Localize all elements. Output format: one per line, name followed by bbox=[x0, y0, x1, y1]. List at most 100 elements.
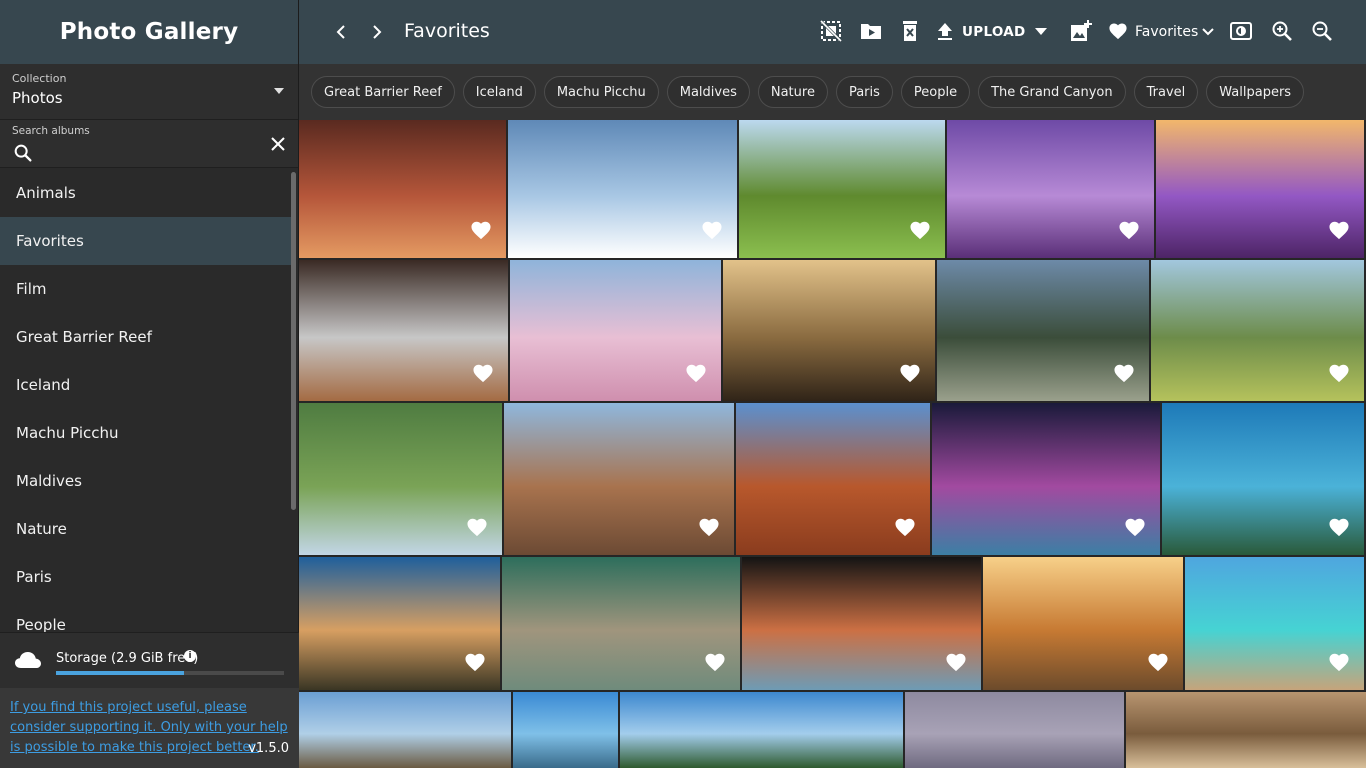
photo-thumbnail[interactable] bbox=[1162, 403, 1364, 555]
photo-thumbnail[interactable] bbox=[1185, 557, 1364, 690]
collection-label: Collection bbox=[12, 72, 67, 85]
photo-thumbnail[interactable] bbox=[299, 120, 506, 258]
photo-thumbnail[interactable] bbox=[1156, 120, 1364, 258]
deselect-icon[interactable] bbox=[820, 20, 842, 42]
photo-thumbnail[interactable] bbox=[932, 403, 1160, 555]
favorite-heart-icon[interactable] bbox=[466, 517, 488, 541]
favorite-heart-icon[interactable] bbox=[1328, 363, 1350, 387]
photo-thumbnail[interactable] bbox=[742, 557, 981, 690]
favorite-heart-icon[interactable] bbox=[1118, 220, 1140, 244]
app-title: Photo Gallery bbox=[59, 19, 239, 45]
zoom-in-icon[interactable] bbox=[1271, 20, 1293, 42]
favorite-heart-icon[interactable] bbox=[698, 517, 720, 541]
info-icon[interactable]: i bbox=[184, 650, 196, 662]
photo-thumbnail[interactable] bbox=[905, 692, 1124, 768]
chevron-right-icon[interactable] bbox=[370, 22, 384, 42]
photo-row bbox=[299, 557, 1364, 690]
page-title: Favorites bbox=[404, 20, 490, 42]
favorite-heart-icon[interactable] bbox=[1328, 652, 1350, 676]
sidebar-item-people[interactable]: People bbox=[0, 601, 296, 632]
favorite-heart-icon[interactable] bbox=[1328, 517, 1350, 541]
upload-icon[interactable] bbox=[936, 20, 954, 42]
add-photo-icon[interactable] bbox=[1070, 20, 1092, 42]
favorite-heart-icon[interactable] bbox=[1113, 363, 1135, 387]
photo-grid bbox=[299, 120, 1366, 768]
photo-thumbnail[interactable] bbox=[504, 403, 734, 555]
photo-thumbnail[interactable] bbox=[513, 692, 618, 768]
photo-thumbnail[interactable] bbox=[508, 120, 737, 258]
photo-row bbox=[299, 120, 1364, 258]
slideshow-icon[interactable] bbox=[1230, 21, 1252, 41]
heart-icon[interactable] bbox=[1108, 22, 1128, 40]
sidebar-item-favorites[interactable]: Favorites bbox=[0, 217, 296, 265]
photo-thumbnail[interactable] bbox=[736, 403, 930, 555]
move-to-folder-icon[interactable] bbox=[860, 20, 882, 42]
photo-thumbnail[interactable] bbox=[620, 692, 903, 768]
favorite-heart-icon[interactable] bbox=[899, 363, 921, 387]
search-icon bbox=[14, 144, 32, 162]
sidebar-item-iceland[interactable]: Iceland bbox=[0, 361, 296, 409]
photo-thumbnail[interactable] bbox=[510, 260, 721, 401]
sidebar-item-machu-picchu[interactable]: Machu Picchu bbox=[0, 409, 296, 457]
chip-the-grand-canyon[interactable]: The Grand Canyon bbox=[978, 76, 1126, 108]
chip-people[interactable]: People bbox=[900, 76, 971, 108]
storage-text: Storage (2.9 GiB free) bbox=[56, 651, 199, 666]
photo-thumbnail[interactable] bbox=[739, 120, 945, 258]
chip-machu-picchu[interactable]: Machu Picchu bbox=[543, 76, 659, 108]
storage-indicator: Storage (2.9 GiB free) i bbox=[0, 632, 299, 688]
sidebar-item-paris[interactable]: Paris bbox=[0, 553, 296, 601]
chip-travel[interactable]: Travel bbox=[1133, 76, 1199, 108]
favorite-heart-icon[interactable] bbox=[701, 220, 723, 244]
photo-thumbnail[interactable] bbox=[299, 557, 500, 690]
photo-thumbnail[interactable] bbox=[983, 557, 1183, 690]
photo-thumbnail[interactable] bbox=[1151, 260, 1364, 401]
upload-button[interactable]: UPLOAD bbox=[962, 24, 1026, 40]
sidebar-item-maldives[interactable]: Maldives bbox=[0, 457, 296, 505]
caret-down-icon[interactable] bbox=[1035, 28, 1047, 36]
sidebar-item-film[interactable]: Film bbox=[0, 265, 296, 313]
favorite-heart-icon[interactable] bbox=[1124, 517, 1146, 541]
photo-thumbnail[interactable] bbox=[723, 260, 935, 401]
chip-paris[interactable]: Paris bbox=[835, 76, 893, 108]
sidebar-item-animals[interactable]: Animals bbox=[0, 169, 296, 217]
zoom-out-icon[interactable] bbox=[1311, 20, 1333, 42]
favorite-heart-icon[interactable] bbox=[464, 652, 486, 676]
chip-wallpapers[interactable]: Wallpapers bbox=[1206, 76, 1305, 108]
chip-great-barrier-reef[interactable]: Great Barrier Reef bbox=[311, 76, 455, 108]
album-search: Search albums bbox=[0, 120, 298, 168]
favorite-heart-icon[interactable] bbox=[1328, 220, 1350, 244]
scrollbar[interactable] bbox=[291, 172, 296, 510]
sidebar-item-nature[interactable]: Nature bbox=[0, 505, 296, 553]
photo-row bbox=[299, 403, 1364, 555]
photo-thumbnail[interactable] bbox=[947, 120, 1154, 258]
favorite-heart-icon[interactable] bbox=[704, 652, 726, 676]
photo-thumbnail[interactable] bbox=[937, 260, 1149, 401]
chip-nature[interactable]: Nature bbox=[757, 76, 828, 108]
favorite-heart-icon[interactable] bbox=[909, 220, 931, 244]
chevron-down-icon[interactable] bbox=[1202, 27, 1214, 37]
close-icon[interactable] bbox=[270, 136, 286, 152]
photo-thumbnail[interactable] bbox=[1126, 692, 1366, 768]
favorite-heart-icon[interactable] bbox=[894, 517, 916, 541]
album-list: Animals Favorites Film Great Barrier Reef Ic… bbox=[0, 169, 296, 632]
search-label: Search albums bbox=[12, 125, 90, 137]
collection-select[interactable]: Collection Photos bbox=[0, 64, 298, 120]
favorite-heart-icon[interactable] bbox=[1147, 652, 1169, 676]
photo-thumbnail[interactable] bbox=[299, 260, 508, 401]
favorite-heart-icon[interactable] bbox=[472, 363, 494, 387]
photo-thumbnail[interactable] bbox=[299, 692, 511, 768]
caret-down-icon bbox=[274, 88, 284, 94]
chip-iceland[interactable]: Iceland bbox=[462, 76, 536, 108]
favorite-heart-icon[interactable] bbox=[685, 363, 707, 387]
sidebar-item-great-barrier-reef[interactable]: Great Barrier Reef bbox=[0, 313, 296, 361]
chevron-left-icon[interactable] bbox=[334, 22, 348, 42]
favorites-dropdown[interactable]: Favorites bbox=[1135, 24, 1198, 40]
photo-thumbnail[interactable] bbox=[502, 557, 740, 690]
favorite-heart-icon[interactable] bbox=[470, 220, 492, 244]
photo-thumbnail[interactable] bbox=[299, 403, 502, 555]
favorite-heart-icon[interactable] bbox=[945, 652, 967, 676]
app-header: Photo Gallery bbox=[0, 0, 298, 64]
delete-icon[interactable] bbox=[900, 20, 920, 42]
chip-maldives[interactable]: Maldives bbox=[666, 76, 750, 108]
search-input[interactable] bbox=[40, 142, 260, 162]
